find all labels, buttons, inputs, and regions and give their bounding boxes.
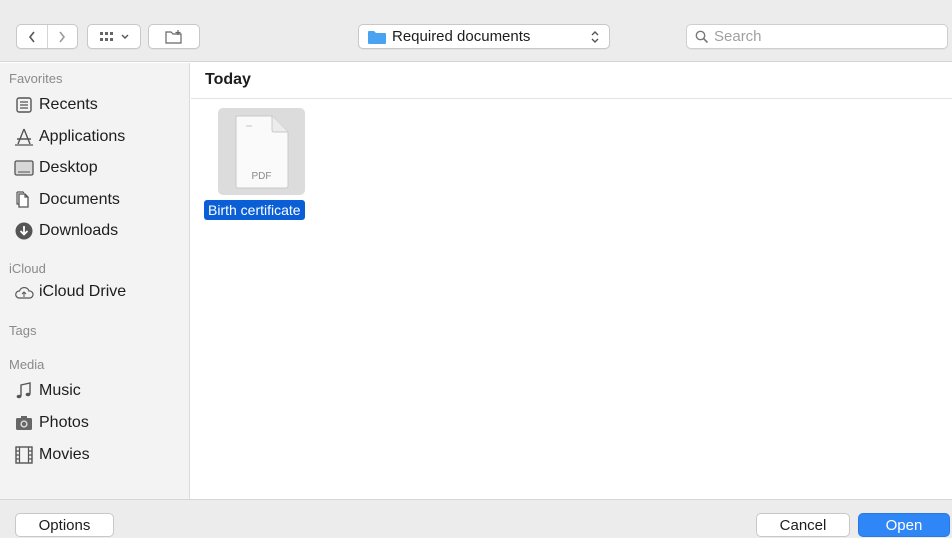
open-button[interactable]: Open [858, 513, 950, 537]
search-field[interactable]: Search [686, 24, 948, 49]
sidebar-item-movies[interactable]: Movies [14, 443, 90, 467]
file-type-badge: PDF [251, 171, 272, 182]
forward-button[interactable] [46, 25, 77, 48]
music-icon [14, 381, 34, 401]
search-icon [695, 30, 709, 43]
sidebar-item-label: Music [39, 382, 81, 399]
cloud-icon [14, 282, 34, 302]
applications-icon [14, 127, 34, 147]
file-name-label[interactable]: Birth certificate [204, 200, 305, 220]
chevron-down-icon [121, 34, 128, 39]
back-button[interactable] [17, 25, 47, 48]
sidebar-item-recents[interactable]: Recents [14, 93, 98, 117]
sidebar-item-desktop[interactable]: Desktop [14, 156, 98, 180]
sidebar-item-music[interactable]: Music [14, 379, 81, 403]
location-popup[interactable]: Required documents [358, 24, 610, 49]
section-title-tags: Tags [9, 323, 37, 338]
sidebar-item-icloud-drive[interactable]: iCloud Drive [14, 280, 126, 304]
documents-icon [14, 190, 34, 210]
recents-icon [14, 95, 34, 115]
sidebar-item-label: Movies [39, 446, 90, 463]
file-item[interactable]: PDF [218, 108, 305, 195]
section-title-media: Media [9, 357, 45, 372]
sidebar-item-label: iCloud Drive [39, 283, 127, 300]
view-options-button[interactable] [87, 24, 141, 49]
sidebar-item-label: Desktop [39, 159, 98, 176]
options-button[interactable]: Options [15, 513, 114, 537]
chevron-right-icon [59, 31, 66, 42]
sidebar-item-label: Applications [39, 128, 126, 145]
back-forward-group [16, 24, 78, 49]
downloads-icon [14, 221, 34, 241]
sidebar-item-applications[interactable]: Applications [14, 125, 125, 149]
sidebar: Favorites Recents Applications Desktop D… [0, 63, 190, 499]
section-title-favorites: Favorites [9, 71, 63, 86]
location-label: Required documents [392, 28, 531, 45]
sidebar-item-photos[interactable]: Photos [14, 411, 89, 435]
search-placeholder: Search [714, 28, 762, 45]
folder-icon [368, 30, 386, 44]
sidebar-item-documents[interactable]: Documents [14, 188, 120, 212]
sidebar-item-label: Recents [39, 96, 98, 113]
chevron-left-icon [28, 31, 35, 42]
new-folder-button[interactable] [148, 24, 200, 49]
group-header: Today [191, 63, 952, 99]
camera-icon [14, 413, 34, 433]
sidebar-item-label: Documents [39, 191, 120, 208]
chevron-updown-icon [591, 31, 599, 43]
sidebar-item-downloads[interactable]: Downloads [14, 219, 118, 243]
group-title: Today [205, 71, 251, 88]
new-folder-icon [165, 29, 182, 44]
desktop-icon [14, 158, 34, 178]
cancel-button[interactable]: Cancel [756, 513, 850, 537]
sidebar-item-label: Downloads [39, 222, 119, 239]
sidebar-item-label: Photos [39, 414, 89, 431]
film-icon [14, 445, 34, 465]
file-browser: Today PDF Birth certificate [191, 63, 952, 499]
icon-grid-icon [99, 31, 113, 41]
section-title-icloud: iCloud [9, 261, 46, 276]
toolbar: Required documents Search [0, 0, 952, 62]
